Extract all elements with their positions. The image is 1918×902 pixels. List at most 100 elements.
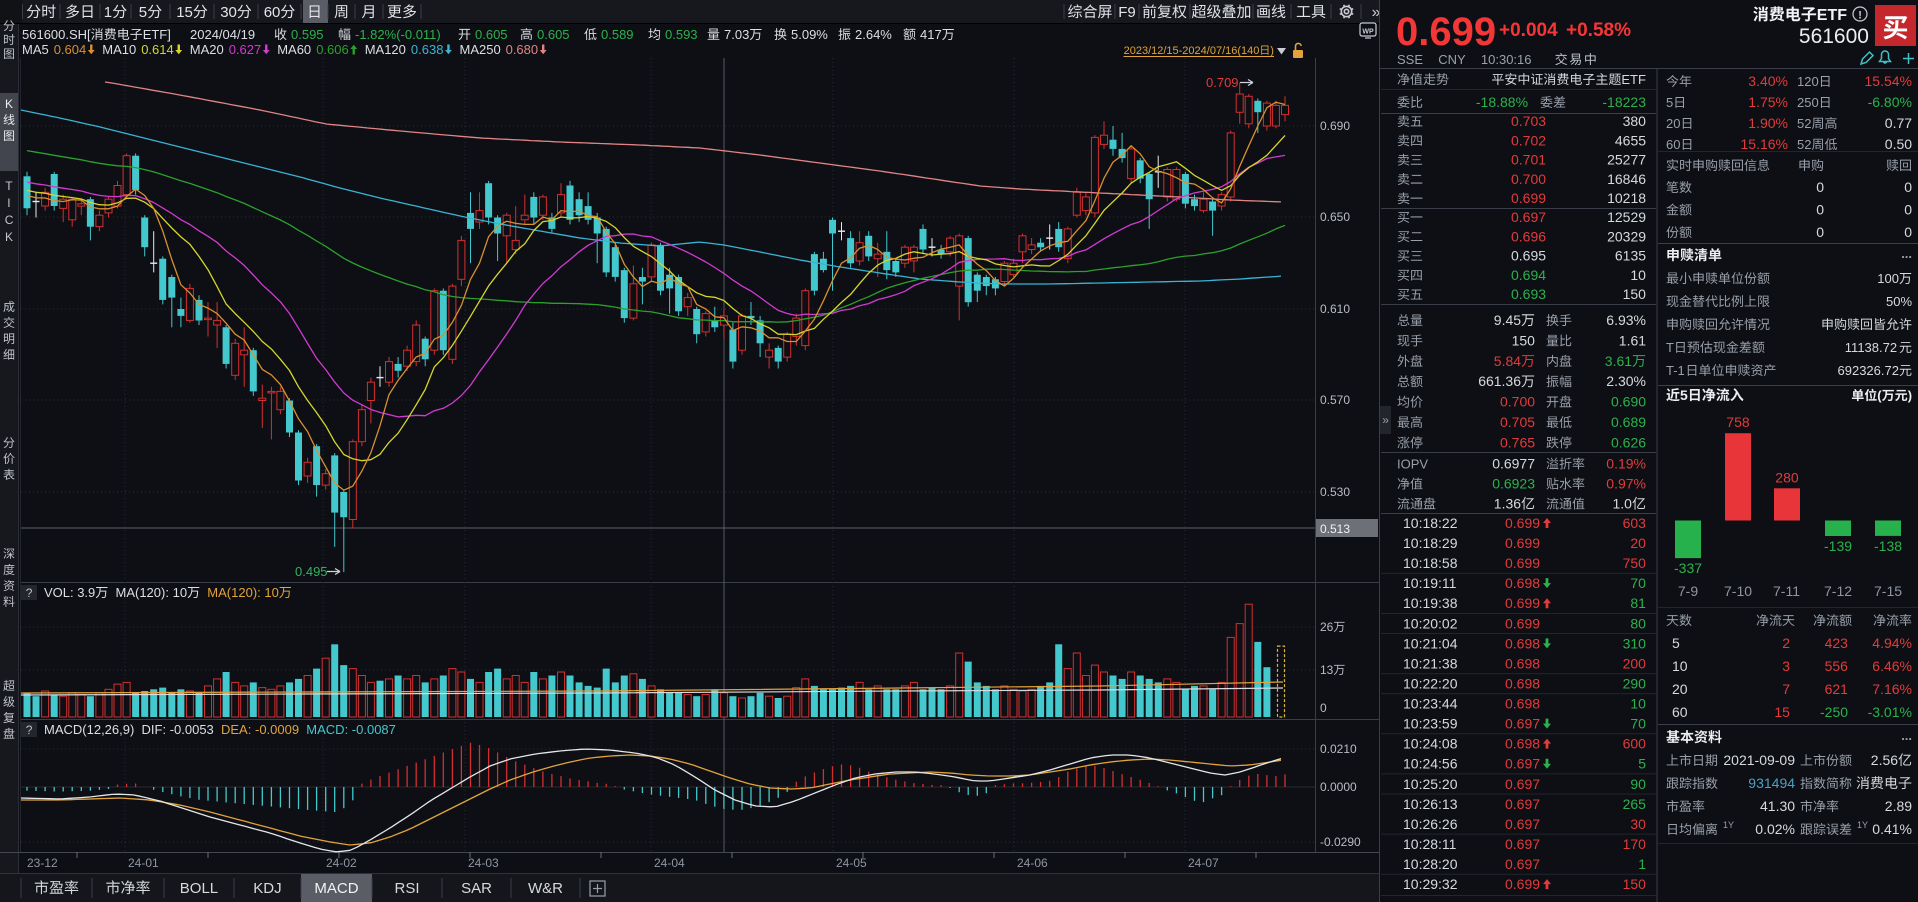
svg-text:0.606: 0.606 (316, 42, 349, 57)
svg-text:0.6977: 0.6977 (1492, 456, 1535, 472)
svg-text:ETF: ETF (1621, 72, 1646, 87)
svg-text:1: 1 (1638, 856, 1646, 872)
svg-text:10:23:44: 10:23:44 (1403, 696, 1458, 712)
svg-text:-337: -337 (1674, 560, 1702, 576)
svg-text:7: 7 (1782, 681, 1790, 697)
svg-text:0.605: 0.605 (475, 27, 508, 42)
svg-text:T: T (5, 179, 13, 193)
svg-text:2023/12/15-2024/07/16(140: 2023/12/15-2024/07/16(140 (1124, 45, 1260, 57)
svg-text:52: 52 (1797, 137, 1811, 152)
svg-text:0.650: 0.650 (1320, 210, 1350, 224)
svg-text:-1.82%(-0.011): -1.82%(-0.011) (355, 27, 441, 42)
svg-text:12529: 12529 (1607, 209, 1646, 225)
svg-text:10: 10 (1630, 696, 1646, 712)
svg-text:10:21:38: 10:21:38 (1403, 655, 1458, 671)
svg-text:0: 0 (1904, 224, 1912, 240)
svg-text:MA250: MA250 (460, 42, 501, 57)
svg-text:0.697: 0.697 (1505, 776, 1540, 792)
svg-text:MACD(12,26,9): MACD(12,26,9) (44, 722, 134, 737)
svg-text:52: 52 (1797, 116, 1811, 131)
svg-text:10:22:20: 10:22:20 (1403, 676, 1458, 692)
svg-text:41.30: 41.30 (1760, 798, 1795, 814)
svg-text:0.701: 0.701 (1511, 152, 1546, 168)
svg-text:1.36: 1.36 (1494, 496, 1521, 512)
svg-text:50%: 50% (1886, 294, 1912, 309)
svg-text:): ) (1908, 388, 1912, 403)
svg-text:0.765: 0.765 (1500, 434, 1535, 450)
svg-text:10:24:08: 10:24:08 (1403, 736, 1458, 752)
svg-text:81: 81 (1630, 595, 1646, 611)
svg-text:10:26:26: 10:26:26 (1403, 816, 1458, 832)
svg-text:+0.58%: +0.58% (1566, 20, 1631, 41)
svg-text:-138: -138 (1874, 538, 1902, 554)
svg-text:0.702: 0.702 (1511, 132, 1546, 148)
svg-text:150: 150 (1512, 332, 1536, 348)
svg-text:0.495: 0.495 (295, 564, 328, 579)
svg-text:0: 0 (1904, 179, 1912, 195)
svg-text:0.703: 0.703 (1511, 113, 1546, 129)
svg-text:10:28:20: 10:28:20 (1403, 856, 1458, 872)
svg-text:10:24:56: 10:24:56 (1403, 756, 1458, 772)
svg-text:24-02: 24-02 (326, 856, 357, 870)
svg-text:23-12: 23-12 (27, 856, 58, 870)
svg-text:MA60: MA60 (277, 42, 311, 57)
svg-text:0: 0 (1320, 701, 1327, 715)
svg-text:SSE: SSE (1397, 52, 1423, 67)
svg-text:10:21:04: 10:21:04 (1403, 635, 1458, 651)
svg-text:CNY: CNY (1438, 52, 1466, 67)
svg-text:7-9: 7-9 (1678, 583, 1698, 599)
svg-text:-18223: -18223 (1602, 94, 1646, 110)
svg-text:4.94%: 4.94% (1872, 635, 1912, 651)
svg-text:30: 30 (220, 4, 237, 21)
svg-text:20: 20 (1666, 116, 1680, 131)
svg-text:ETF]: ETF] (143, 27, 171, 42)
svg-text:WP: WP (1362, 29, 1374, 36)
svg-text:10:29:32: 10:29:32 (1403, 876, 1458, 892)
svg-text:60: 60 (1672, 704, 1688, 720)
svg-text:3: 3 (1782, 658, 1790, 674)
svg-text:T-1: T-1 (1666, 363, 1685, 378)
svg-text:10:23:59: 10:23:59 (1403, 716, 1458, 732)
svg-text:24-03: 24-03 (468, 856, 499, 870)
svg-text:280: 280 (1775, 469, 1799, 485)
svg-text:931494: 931494 (1748, 775, 1795, 791)
svg-text:+0.004: +0.004 (1499, 20, 1558, 41)
svg-text:DEA:: DEA: (221, 722, 251, 737)
svg-text:...: ... (1901, 246, 1912, 261)
svg-text:10: 10 (173, 585, 187, 600)
svg-text:7.03: 7.03 (724, 27, 749, 42)
svg-text:2.30%: 2.30% (1606, 373, 1646, 389)
svg-text:15.16%: 15.16% (1741, 136, 1788, 152)
svg-text:0.77: 0.77 (1885, 115, 1912, 131)
svg-text:13: 13 (1320, 663, 1334, 677)
svg-text:0.698: 0.698 (1505, 635, 1540, 651)
svg-text:MA(120):: MA(120): (116, 585, 169, 600)
svg-text:423: 423 (1825, 635, 1849, 651)
svg-text:0.697: 0.697 (1505, 836, 1540, 852)
svg-text:10:20:02: 10:20:02 (1403, 615, 1458, 631)
svg-text:150: 150 (1623, 876, 1647, 892)
svg-text:»: » (1382, 413, 1389, 427)
svg-text:10:18:29: 10:18:29 (1403, 535, 1458, 551)
svg-text:0.697: 0.697 (1511, 209, 1546, 225)
svg-text:F9: F9 (1118, 4, 1136, 21)
svg-text:2.64%: 2.64% (855, 27, 892, 42)
svg-text:11138.72: 11138.72 (1845, 340, 1897, 355)
svg-text:MA5: MA5 (22, 42, 49, 57)
svg-text:C: C (5, 213, 14, 227)
svg-text:30: 30 (1630, 816, 1646, 832)
svg-text:): ) (1270, 45, 1274, 57)
svg-text:T: T (1666, 340, 1674, 355)
svg-text:0.699: 0.699 (1505, 615, 1540, 631)
svg-text:MA120: MA120 (365, 42, 406, 57)
svg-text:0.696: 0.696 (1511, 228, 1546, 244)
svg-text:-0.0053: -0.0053 (170, 722, 214, 737)
svg-text:0.689: 0.689 (1611, 414, 1646, 430)
svg-text:692326.72: 692326.72 (1838, 363, 1899, 378)
svg-text:0.699: 0.699 (1505, 515, 1540, 531)
svg-text:6135: 6135 (1615, 248, 1646, 264)
svg-text:0.700: 0.700 (1511, 171, 1546, 187)
svg-text:BOLL: BOLL (180, 880, 218, 897)
svg-text:(: ( (1877, 388, 1882, 403)
svg-text:SAR: SAR (461, 880, 492, 897)
